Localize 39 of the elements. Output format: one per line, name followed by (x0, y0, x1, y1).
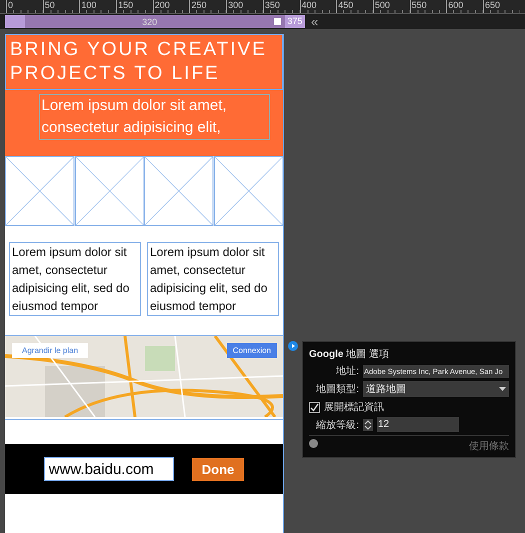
hero-title: BRING YOUR CREATIVE PROJECTS TO LIFE (5, 34, 283, 90)
ruler-label: 350 (264, 0, 281, 10)
zoom-field[interactable]: 12 (377, 417, 459, 432)
ruler-label: 50 (44, 0, 56, 10)
width-label: 320 (141, 16, 158, 26)
ruler-label: 600 (447, 0, 464, 10)
ruler-label: 500 (374, 0, 391, 10)
caret-icon (499, 387, 506, 391)
ruler-label: 100 (80, 0, 98, 10)
ruler-label: 0 (7, 0, 14, 10)
ruler-label: 550 (410, 0, 428, 10)
collapse-button[interactable]: « (311, 15, 318, 28)
ruler-label: 650 (484, 0, 501, 10)
enlarge-map-button[interactable]: Agrandir le plan (12, 343, 88, 358)
image-placeholder (74, 156, 144, 226)
sign-in-button[interactable]: Connexion (226, 343, 277, 358)
expand-checkbox[interactable] (309, 402, 320, 412)
lorem-text: Lorem ipsum dolor sit amet, consectetur adipisicing elit, sed do eiusmod tempor (9, 242, 141, 316)
image-placeholder (144, 156, 214, 226)
zoom-label: 縮放等級: (315, 418, 359, 432)
terms-link[interactable]: 使用條款 (469, 439, 509, 453)
resize-handle[interactable] (274, 18, 282, 25)
max-width-label: 375 (286, 15, 304, 28)
lorem-text: Lorem ipsum dolor sit amet, consectetur adipisicing elit, sed do eiusmod tempor (147, 242, 279, 316)
url-field[interactable]: www.baidu.com (44, 457, 174, 481)
ruler-label: 250 (190, 0, 208, 10)
ruler-label: 300 (227, 0, 244, 10)
map-type-dropdown[interactable]: 道路地圖 (363, 381, 509, 397)
ruler-label: 150 (117, 0, 134, 10)
ruler-label: 450 (337, 0, 354, 10)
hero-text: Lorem ipsum dolor sit amet, consectetur adipisicing elit, (38, 94, 270, 140)
expand-icon[interactable] (288, 341, 298, 351)
ruler-label: 400 (300, 0, 318, 10)
address-label: 地址: (335, 364, 359, 378)
ruler-label: 200 (154, 0, 171, 10)
spinner-icon[interactable] (363, 418, 373, 430)
map-type-label: 地圖類型: (315, 382, 359, 396)
panel-title: Google 地圖 選項 (309, 348, 390, 361)
expand-label: 展開標記資訊 (324, 400, 384, 414)
